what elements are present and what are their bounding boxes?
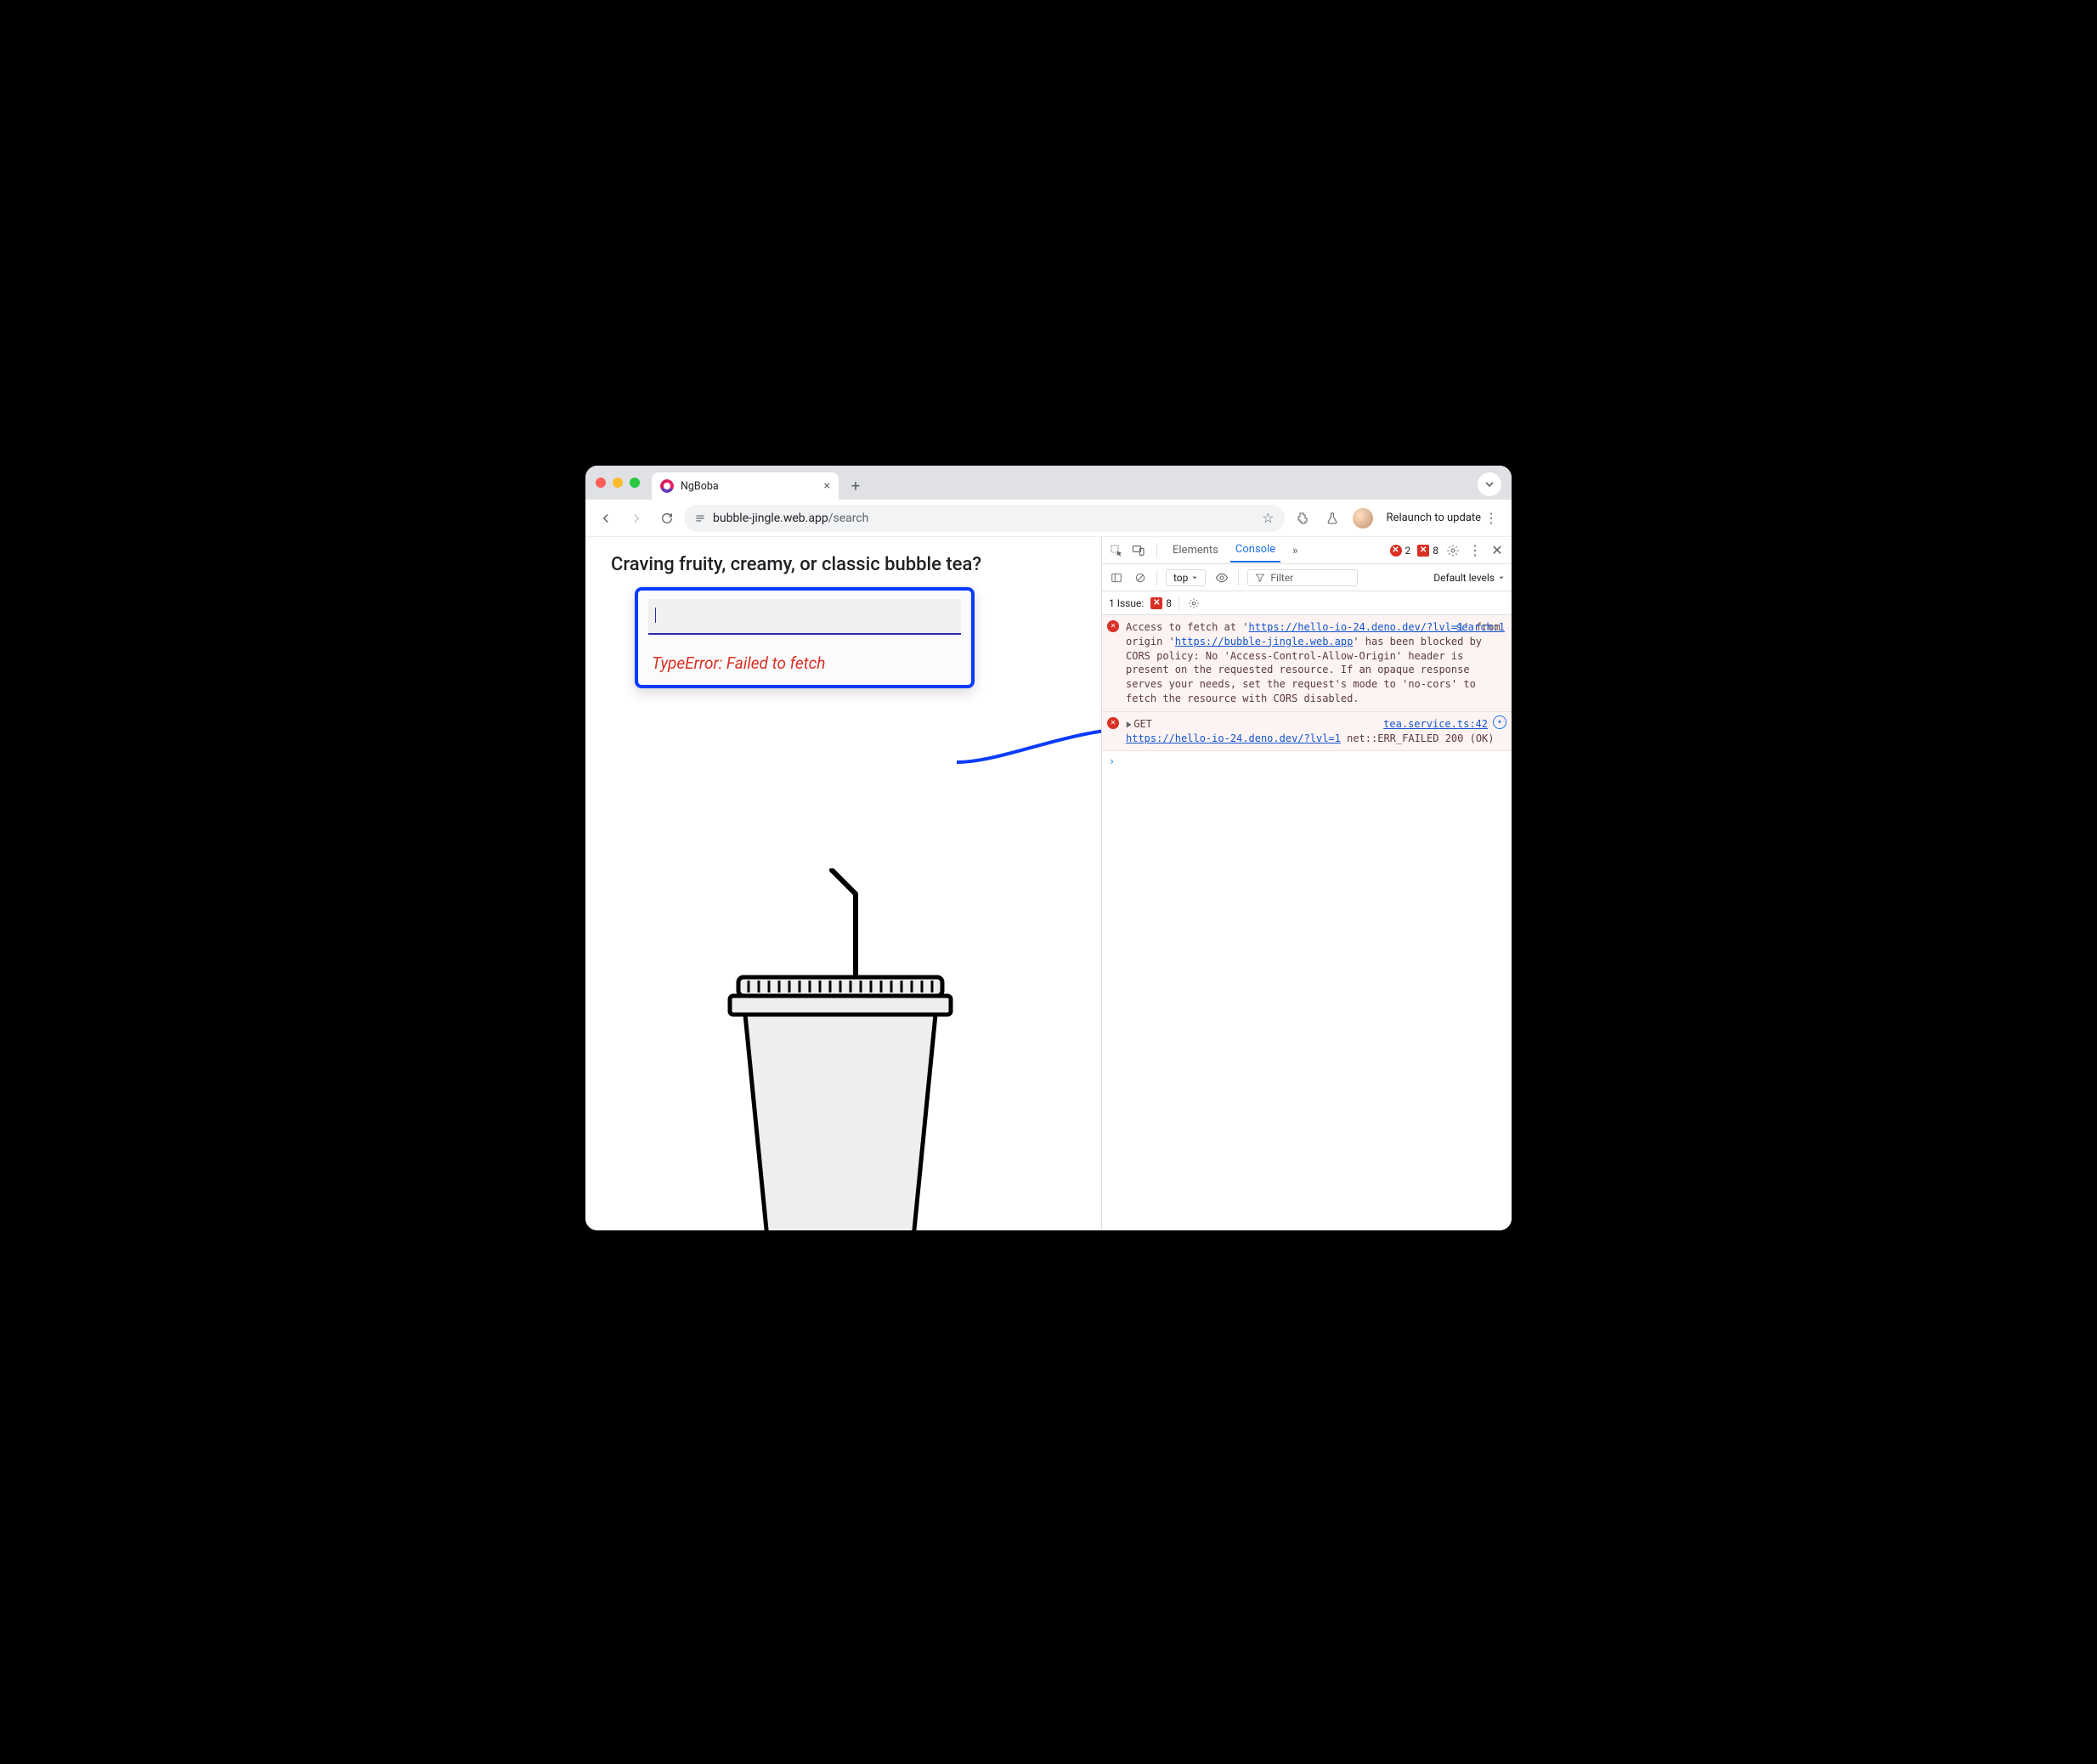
log-source-link[interactable]: tea.service.ts:42 bbox=[1383, 717, 1488, 732]
log1-url1[interactable]: https://hello-io-24.deno.dev/?lvl=1 bbox=[1249, 621, 1464, 633]
browser-window: NgBoba × + bbox=[585, 466, 1512, 1230]
profile-avatar[interactable] bbox=[1349, 505, 1376, 532]
app-viewport: Craving fruity, creamy, or classic bubbl… bbox=[585, 537, 1101, 1230]
console-prompt[interactable]: › bbox=[1102, 751, 1512, 772]
back-button[interactable] bbox=[592, 505, 619, 532]
angular-favicon-icon bbox=[660, 479, 674, 493]
filter-placeholder: Filter bbox=[1270, 572, 1293, 584]
console-settings-gear-icon[interactable] bbox=[1186, 596, 1201, 611]
console-issues-row: 1 Issue: ✕ 8 bbox=[1102, 591, 1512, 615]
boba-cup-illustration bbox=[704, 868, 976, 1230]
levels-label: Default levels bbox=[1433, 572, 1495, 584]
page-title: Craving fruity, creamy, or classic bubbl… bbox=[611, 554, 1076, 575]
bookmark-star-icon[interactable]: ☆ bbox=[1262, 510, 1274, 526]
log1-part1: Access to fetch at ' bbox=[1126, 621, 1249, 633]
search-box: TypeError: Failed to fetch bbox=[635, 587, 975, 688]
work-area: Craving fruity, creamy, or classic bubbl… bbox=[585, 537, 1512, 1230]
site-info-icon[interactable] bbox=[694, 512, 706, 524]
error-circle-icon: ✕ bbox=[1390, 545, 1402, 557]
url-host: bubble-jingle.web.app bbox=[713, 512, 828, 525]
address-bar-row: bubble-jingle.web.app/search ☆ Relaunch … bbox=[585, 500, 1512, 537]
log-levels-selector[interactable]: Default levels bbox=[1433, 572, 1505, 584]
issue-square-icon: ✕ bbox=[1150, 597, 1162, 609]
devtools-issues-badge[interactable]: ✕ 8 bbox=[1417, 545, 1439, 557]
search-input[interactable] bbox=[648, 599, 961, 635]
relaunch-button[interactable]: Relaunch to update ⋮ bbox=[1380, 506, 1505, 529]
devtools-more-tabs-icon[interactable]: » bbox=[1287, 543, 1303, 558]
issue-square-icon: ✕ bbox=[1417, 545, 1429, 557]
devtools-kebab-icon[interactable]: ⋮ bbox=[1467, 543, 1483, 558]
annotation-arrow-icon bbox=[952, 715, 1101, 775]
tab-bar: NgBoba × + bbox=[585, 466, 1512, 500]
issues-count-badge[interactable]: ✕ 8 bbox=[1150, 597, 1172, 609]
inspect-element-icon[interactable] bbox=[1109, 543, 1124, 558]
devtools-panel: Elements Console » ✕ 2 ✕ 8 bbox=[1101, 537, 1512, 1230]
labs-flask-icon[interactable] bbox=[1319, 505, 1346, 532]
console-toolbar: top Filter Default levels bbox=[1102, 564, 1512, 591]
devtools-close-icon[interactable]: ✕ bbox=[1489, 543, 1505, 558]
forward-button[interactable] bbox=[623, 505, 650, 532]
console-filter-input[interactable]: Filter bbox=[1247, 569, 1358, 586]
text-caret-icon bbox=[655, 608, 656, 623]
devtools-errors-badge[interactable]: ✕ 2 bbox=[1390, 545, 1411, 557]
url-path: /search bbox=[828, 512, 869, 525]
funnel-icon bbox=[1255, 573, 1265, 583]
tab-close-icon[interactable]: × bbox=[824, 479, 830, 493]
avatar-icon bbox=[1353, 508, 1373, 529]
ai-explain-icon[interactable]: ✦ bbox=[1493, 715, 1506, 729]
device-toolbar-icon[interactable] bbox=[1131, 543, 1146, 558]
log2-url[interactable]: https://hello-io-24.deno.dev/?lvl=1 bbox=[1126, 732, 1341, 744]
new-tab-button[interactable]: + bbox=[844, 474, 868, 498]
devtools-settings-icon[interactable] bbox=[1445, 543, 1461, 558]
address-bar[interactable]: bubble-jingle.web.app/search ☆ bbox=[684, 505, 1285, 532]
error-icon: ✕ bbox=[1107, 620, 1119, 632]
console-sidebar-toggle-icon[interactable] bbox=[1109, 570, 1124, 585]
console-error-entry[interactable]: ✕ search:1 Access to fetch at 'https://h… bbox=[1102, 615, 1512, 712]
url-text: bubble-jingle.web.app/search bbox=[713, 512, 868, 525]
live-expression-eye-icon[interactable] bbox=[1214, 570, 1229, 585]
error-message: TypeError: Failed to fetch bbox=[652, 653, 961, 673]
disclosure-triangle-icon[interactable]: ▶ bbox=[1127, 717, 1132, 732]
window-close-icon[interactable] bbox=[596, 478, 606, 488]
context-label: top bbox=[1173, 572, 1188, 584]
devtools-tabbar: Elements Console » ✕ 2 ✕ 8 bbox=[1102, 537, 1512, 564]
log2-tail: net::ERR_FAILED 200 (OK) bbox=[1341, 732, 1495, 744]
window-minimize-icon[interactable] bbox=[613, 478, 623, 488]
extensions-button[interactable] bbox=[1288, 505, 1315, 532]
issues-count-value: 8 bbox=[1166, 597, 1172, 609]
tabs-dropdown-button[interactable] bbox=[1478, 472, 1501, 496]
window-traffic-lights bbox=[596, 466, 640, 500]
issues-label: 1 Issue: bbox=[1109, 597, 1144, 609]
error-count: 2 bbox=[1405, 545, 1411, 557]
console-log-area[interactable]: ✕ search:1 Access to fetch at 'https://h… bbox=[1102, 615, 1512, 1230]
browser-tab[interactable]: NgBoba × bbox=[652, 472, 839, 500]
console-error-entry[interactable]: ✕ tea.service.ts:42 ✦ ▶GET https://hello… bbox=[1102, 712, 1512, 752]
window-maximize-icon[interactable] bbox=[630, 478, 640, 488]
clear-console-icon[interactable] bbox=[1133, 570, 1148, 585]
log2-method: GET bbox=[1133, 718, 1152, 730]
relaunch-label: Relaunch to update bbox=[1387, 512, 1481, 524]
log-source-link[interactable]: search:1 bbox=[1455, 620, 1505, 635]
reload-button[interactable] bbox=[653, 505, 681, 532]
issue-count-top: 8 bbox=[1433, 545, 1439, 557]
kebab-menu-icon[interactable]: ⋮ bbox=[1484, 510, 1498, 526]
log1-url2[interactable]: https://bubble-jingle.web.app bbox=[1175, 636, 1354, 647]
devtools-tab-elements[interactable]: Elements bbox=[1167, 540, 1224, 560]
tab-title: NgBoba bbox=[681, 480, 817, 493]
devtools-tab-console[interactable]: Console bbox=[1230, 540, 1280, 563]
console-context-selector[interactable]: top bbox=[1166, 569, 1206, 586]
error-icon: ✕ bbox=[1107, 717, 1119, 729]
